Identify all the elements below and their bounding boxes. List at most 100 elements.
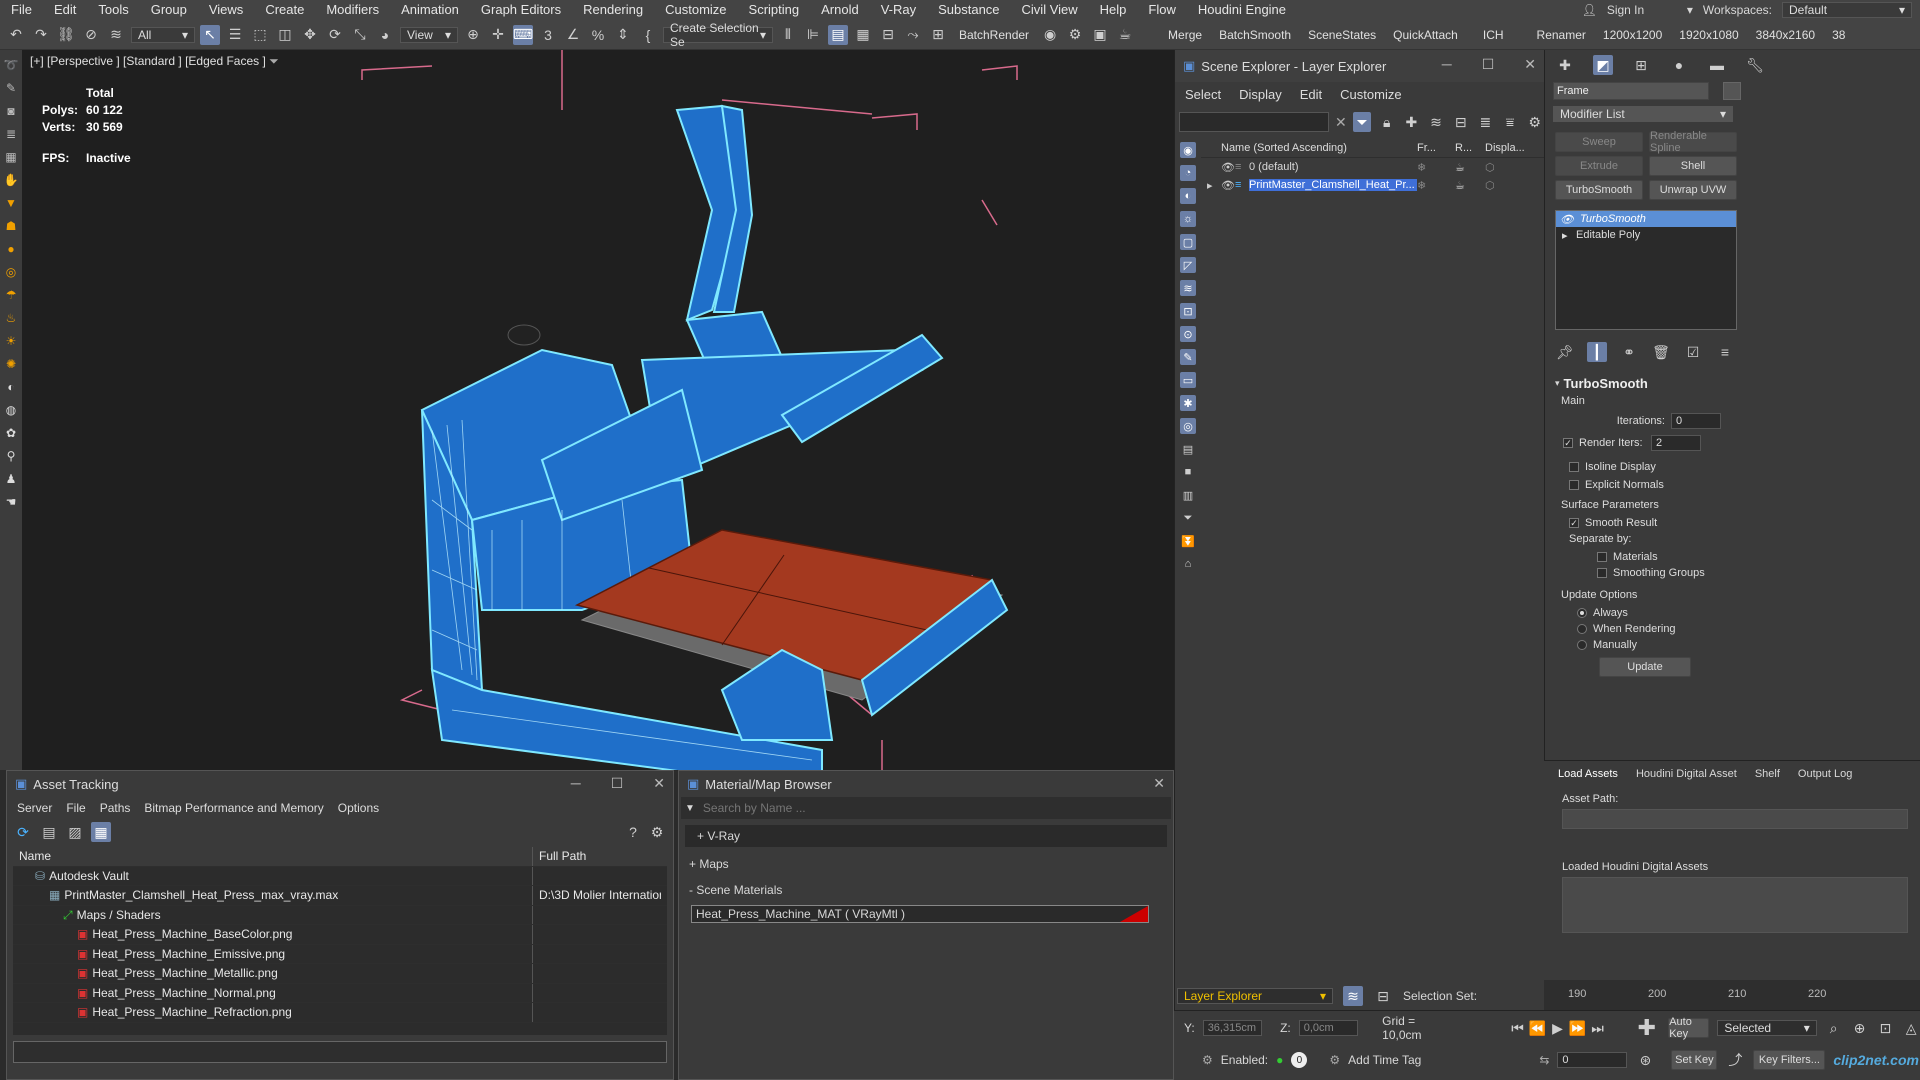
display-box-icon[interactable]: ⬡ bbox=[1485, 179, 1495, 192]
renderable-spline-button[interactable]: Renderable Spline bbox=[1649, 130, 1737, 154]
grid-icon[interactable]: ▦ bbox=[3, 148, 19, 166]
material-browser-titlebar[interactable]: ▣ Material/Map Browser ✕ bbox=[679, 771, 1173, 797]
tab-houdini-digital-asset[interactable]: Houdini Digital Asset bbox=[1636, 768, 1737, 780]
bind-spacewarp-icon[interactable]: ≋ bbox=[106, 25, 126, 45]
quickattach-button[interactable]: QuickAttach bbox=[1387, 28, 1464, 42]
shell-button[interactable]: Shell bbox=[1649, 156, 1737, 176]
auto-key-button[interactable]: Auto Key bbox=[1668, 1016, 1710, 1040]
menu-graph-editors[interactable]: Graph Editors bbox=[470, 0, 572, 20]
asset-menu-file[interactable]: File bbox=[66, 801, 85, 815]
maximize-icon[interactable]: ☐ bbox=[1482, 56, 1495, 73]
rect-selection-icon[interactable]: ⬚ bbox=[250, 25, 270, 45]
hierarchy-tab-icon[interactable]: ⊞ bbox=[1631, 55, 1651, 75]
group-maps[interactable]: + Maps bbox=[685, 853, 1167, 875]
scene-explorer-icon[interactable]: ▦ bbox=[853, 25, 873, 45]
asset-menu-options[interactable]: Options bbox=[338, 801, 379, 815]
maximize-icon[interactable]: ☐ bbox=[611, 775, 624, 792]
asset-row[interactable]: ⤢ Maps / Shaders bbox=[13, 905, 667, 925]
res-3840-button[interactable]: 3840x2160 bbox=[1750, 28, 1821, 42]
layers-alt-icon[interactable]: ⩸ bbox=[1501, 112, 1520, 132]
iterations-spinner[interactable]: 0 bbox=[1671, 413, 1721, 429]
unlink-icon[interactable]: ⊘ bbox=[81, 25, 101, 45]
workspace-dropdown[interactable]: Default ▾ bbox=[1782, 2, 1912, 18]
angle-snap-icon[interactable]: ∠ bbox=[563, 25, 583, 45]
display-box-icon[interactable]: ⬡ bbox=[1485, 161, 1495, 174]
asset-menu-bitmap-performance-and-memory[interactable]: Bitmap Performance and Memory bbox=[144, 801, 323, 815]
close-icon[interactable]: ✕ bbox=[1153, 775, 1165, 792]
scene-menu-edit[interactable]: Edit bbox=[1300, 87, 1322, 102]
rotate-icon[interactable]: ⟳ bbox=[325, 25, 345, 45]
key-filters-button[interactable]: Key Filters... bbox=[1753, 1050, 1826, 1070]
remove-modifier-icon[interactable]: 🗑︎ bbox=[1651, 342, 1671, 362]
select-object-icon[interactable]: ↖ bbox=[200, 24, 220, 45]
containers-filter-icon[interactable]: ▭ bbox=[1180, 372, 1196, 388]
object-name-input[interactable] bbox=[1553, 82, 1709, 100]
ribbon-icon[interactable]: ⊟ bbox=[878, 25, 898, 45]
lights-filter-icon[interactable]: ☼ bbox=[1180, 211, 1196, 227]
asset-tracking-titlebar[interactable]: ▣ Asset Tracking ─ ☐ ✕ bbox=[7, 771, 673, 797]
layer-row[interactable]: 👁︎ ≡ 0 (default) ❄ ☕ ⬡ bbox=[1201, 158, 1545, 176]
invert-filter-icon[interactable]: ▥ bbox=[1180, 487, 1196, 503]
group-scene-materials[interactable]: - Scene Materials bbox=[685, 879, 1167, 901]
object-color-swatch[interactable] bbox=[1723, 82, 1741, 100]
pivot-icon[interactable]: ⊕ bbox=[463, 25, 483, 45]
sphere-icon[interactable]: ● bbox=[3, 240, 19, 258]
hierarchy-toggle-icon[interactable]: ⊟ bbox=[1373, 986, 1393, 1006]
utilities-tab-icon[interactable]: 🔧︎ bbox=[1745, 55, 1765, 75]
helper-icon[interactable]: ▼ bbox=[3, 194, 19, 212]
render-teapot-icon[interactable]: ☕ bbox=[1455, 179, 1485, 192]
add-layer-icon[interactable]: ✚ bbox=[1402, 112, 1421, 132]
sun-icon[interactable]: ☀ bbox=[3, 332, 19, 350]
display-none-icon[interactable]: ◉ bbox=[1180, 142, 1196, 158]
layers-stack-icon[interactable]: ≋ bbox=[1427, 112, 1446, 132]
menu-group[interactable]: Group bbox=[140, 0, 198, 20]
asset-row[interactable]: ▦ PrintMaster_Clamshell_Heat_Press_max_vr… bbox=[13, 886, 667, 906]
batch-render-button[interactable]: BatchRender bbox=[953, 28, 1035, 42]
menu-views[interactable]: Views bbox=[198, 0, 254, 20]
rendered-frame-icon[interactable]: ▣ bbox=[1090, 25, 1110, 45]
current-frame-field[interactable]: 0 bbox=[1557, 1052, 1628, 1068]
menu-scripting[interactable]: Scripting bbox=[738, 0, 811, 20]
expand-arrow-icon[interactable]: ▸ bbox=[1556, 229, 1576, 242]
update-button[interactable]: Update bbox=[1599, 657, 1691, 677]
spinner-snap-icon[interactable]: ⇕ bbox=[613, 25, 633, 45]
material-item[interactable]: Heat_Press_Machine_MAT ( VRayMtl ) bbox=[691, 905, 1149, 923]
key-tangent-icon[interactable]: ⤴ bbox=[1725, 1050, 1745, 1070]
move-icon[interactable]: ✥ bbox=[300, 25, 320, 45]
group-vray[interactable]: + V-Ray bbox=[685, 825, 1167, 847]
enabled-indicator-icon[interactable]: ● bbox=[1276, 1053, 1283, 1067]
visibility-eye-icon[interactable]: 👁︎ bbox=[1221, 161, 1235, 174]
redo-icon[interactable]: ↷ bbox=[31, 25, 51, 45]
renamer-button[interactable]: Renamer bbox=[1531, 28, 1592, 42]
res-1920-button[interactable]: 1920x1080 bbox=[1673, 28, 1744, 42]
batchsmooth-button[interactable]: BatchSmooth bbox=[1213, 28, 1297, 42]
scene-explorer-titlebar[interactable]: ▣ Scene Explorer - Layer Explorer ─ ☐ ✕ bbox=[1175, 50, 1544, 82]
res-1200-button[interactable]: 1200x1200 bbox=[1597, 28, 1668, 42]
stack-item-editable-poly[interactable]: ▸ Editable Poly bbox=[1556, 227, 1736, 243]
layer-explorer-icon[interactable]: ▤ bbox=[828, 24, 848, 45]
timeline-ruler[interactable]: 190 200 210 220 bbox=[1544, 980, 1920, 1010]
figure-icon[interactable]: ⚲ bbox=[3, 447, 19, 465]
clear-search-icon[interactable]: ✕ bbox=[1335, 114, 1347, 131]
keyboard-shortcut-icon[interactable]: ⌨ bbox=[513, 24, 533, 45]
lamp-icon[interactable]: ☂ bbox=[3, 286, 19, 304]
smooth-result-checkbox[interactable]: ✓ bbox=[1569, 518, 1579, 528]
mirror-icon[interactable]: ⫴ bbox=[778, 25, 798, 45]
configure-sets-icon[interactable]: ☑ bbox=[1683, 342, 1703, 362]
schematic-icon[interactable]: ⊞ bbox=[928, 25, 948, 45]
bones-filter-icon[interactable]: ✎ bbox=[1180, 349, 1196, 365]
close-icon[interactable]: ✕ bbox=[653, 775, 665, 792]
scenestates-button[interactable]: SceneStates bbox=[1302, 28, 1382, 42]
help-icon[interactable]: ? bbox=[623, 822, 643, 842]
menu-houdini-engine[interactable]: Houdini Engine bbox=[1187, 0, 1297, 20]
col-name-header[interactable]: Name bbox=[13, 847, 533, 866]
globe-icon[interactable]: ◍ bbox=[3, 401, 19, 419]
asset-row[interactable]: ▣ Heat_Press_Machine_Metallic.png bbox=[13, 964, 667, 984]
key-mode-dropdown[interactable]: Selected ▾ bbox=[1717, 1020, 1817, 1036]
manually-radio[interactable] bbox=[1577, 640, 1587, 650]
minimize-icon[interactable]: ─ bbox=[1442, 56, 1452, 73]
close-icon[interactable]: ✕ bbox=[1524, 56, 1536, 73]
helpers-filter-icon[interactable]: ◸ bbox=[1180, 257, 1196, 273]
loaded-assets-list[interactable] bbox=[1562, 877, 1908, 933]
thumbnail-icon[interactable]: ▨ bbox=[65, 822, 85, 842]
